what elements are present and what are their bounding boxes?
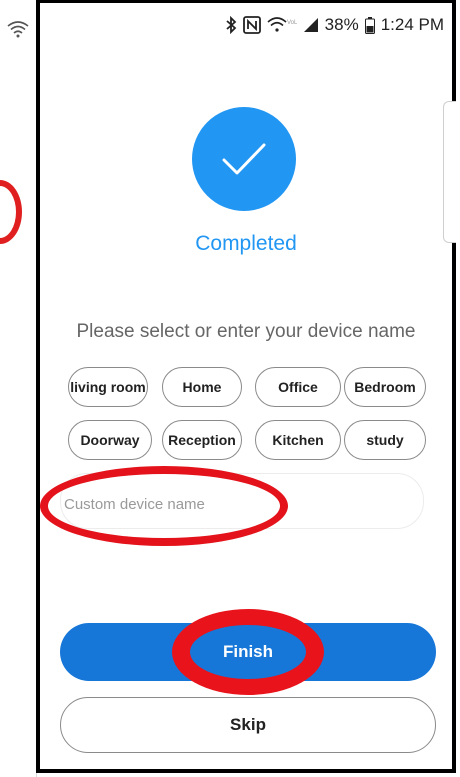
chip-kitchen[interactable]: Kitchen xyxy=(255,420,341,460)
clock: 1:24 PM xyxy=(380,15,444,34)
chip-doorway[interactable]: Doorway xyxy=(68,420,152,460)
wifi-calling-icon: VoLTE xyxy=(267,17,297,32)
chip-living-room[interactable]: living room xyxy=(68,367,148,407)
finish-button-label[interactable]: Finish xyxy=(190,625,306,679)
checkmark-icon xyxy=(222,143,266,175)
device-name-prompt: Please select or enter your device name xyxy=(76,321,416,342)
skip-button[interactable]: Skip xyxy=(60,697,436,753)
wifi-icon xyxy=(7,21,29,38)
battery-icon xyxy=(364,16,375,34)
completed-label: Completed xyxy=(195,232,297,255)
signal-icon xyxy=(303,18,318,32)
side-panel-edge xyxy=(443,101,456,243)
chip-bedroom[interactable]: Bedroom xyxy=(344,367,426,407)
bluetooth-icon xyxy=(226,16,236,34)
phone-screen: VoLTE 38% 1:24 PM Completed Please selec… xyxy=(36,0,456,773)
chip-office[interactable]: Office xyxy=(255,367,341,407)
chip-reception[interactable]: Reception xyxy=(162,420,242,460)
background-app-strip xyxy=(0,0,37,777)
annotation-circle-partial xyxy=(0,180,22,244)
custom-device-name-input[interactable] xyxy=(62,491,286,517)
svg-text:VoLTE: VoLTE xyxy=(287,20,297,26)
chip-study[interactable]: study xyxy=(344,420,426,460)
completed-badge xyxy=(192,107,296,211)
nfc-icon xyxy=(242,16,261,34)
battery-percent: 38% xyxy=(324,15,359,34)
status-bar: VoLTE 38% 1:24 PM xyxy=(40,3,452,47)
chip-home[interactable]: Home xyxy=(162,367,242,407)
